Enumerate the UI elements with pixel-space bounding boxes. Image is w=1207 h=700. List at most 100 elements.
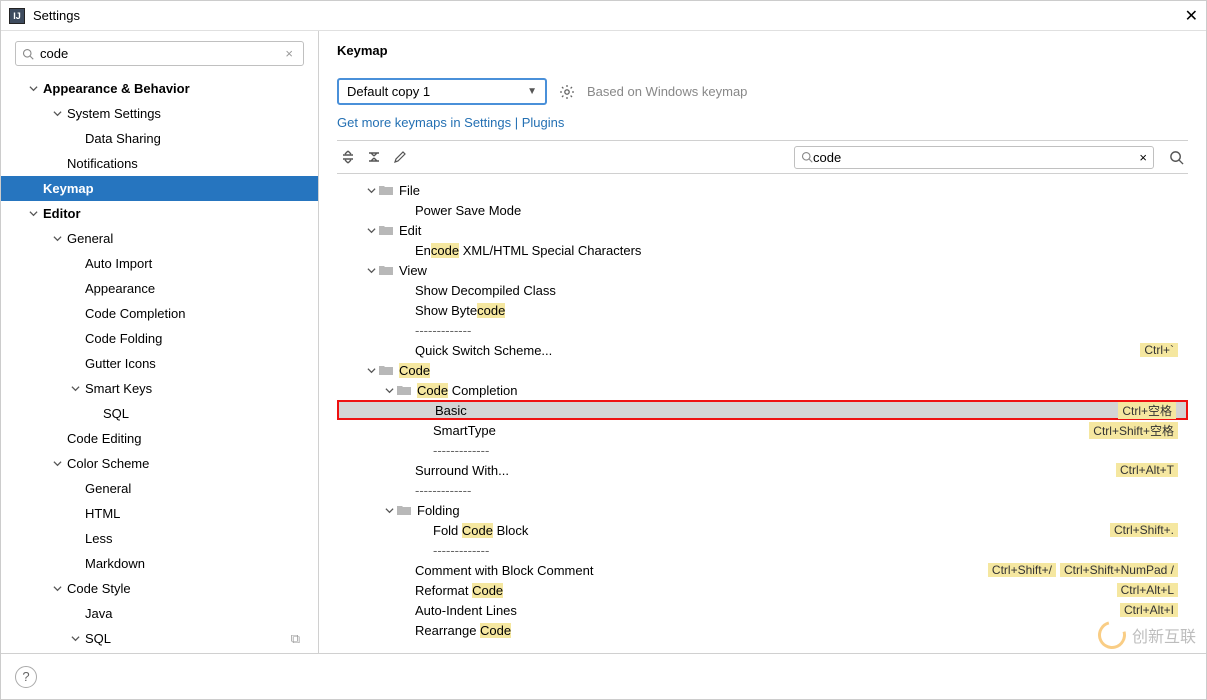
sidebar-item-html[interactable]: HTML: [1, 501, 318, 526]
sidebar-item-data-sharing[interactable]: Data Sharing: [1, 126, 318, 151]
modified-icon: ⧉: [291, 631, 300, 647]
chevron-icon: [53, 109, 67, 118]
sidebar-item-code-style[interactable]: Code Style: [1, 576, 318, 601]
folder-icon: [379, 225, 393, 236]
actions-separator: -------------: [337, 440, 1188, 460]
action-item[interactable]: Quick Switch Scheme... Ctrl+`: [337, 340, 1188, 360]
sidebar-item-code-completion[interactable]: Code Completion: [1, 301, 318, 326]
edit-icon[interactable]: [389, 146, 411, 168]
action-item[interactable]: Show Decompiled Class: [337, 280, 1188, 300]
action-item[interactable]: Show Bytecode: [337, 300, 1188, 320]
sidebar-item-sql[interactable]: SQL: [1, 401, 318, 426]
clear-icon[interactable]: ×: [281, 46, 297, 61]
gear-icon[interactable]: [559, 84, 575, 100]
sidebar-item-java[interactable]: Java: [1, 601, 318, 626]
chevron-icon: [71, 634, 85, 643]
action-item[interactable]: Reformat Code Ctrl+Alt+L: [337, 580, 1188, 600]
folder-icon: [397, 385, 411, 396]
sidebar-item-system-settings[interactable]: System Settings: [1, 101, 318, 126]
action-label: Rearrange Code: [415, 623, 1178, 638]
actions-search[interactable]: ×: [794, 146, 1154, 169]
sidebar-item-label: SQL: [103, 406, 129, 421]
action-folder-code[interactable]: Code: [337, 360, 1188, 380]
keymap-profile-select[interactable]: Default copy 1 ▼: [337, 78, 547, 105]
shortcut-badge: Ctrl+`: [1140, 343, 1178, 357]
shortcut-badge: Ctrl+Shift+空格: [1089, 422, 1178, 439]
sidebar-item-label: Java: [85, 606, 112, 621]
action-label: Show Bytecode: [415, 303, 1178, 318]
action-folder-folding[interactable]: Folding: [337, 500, 1188, 520]
chevron-down-icon: [385, 386, 397, 395]
chevron-icon: [53, 234, 67, 243]
action-folder-code[interactable]: Code Completion: [337, 380, 1188, 400]
action-item[interactable]: Comment with Block CommentCtrl+Shift+/Ct…: [337, 560, 1188, 580]
sidebar-item-auto-import[interactable]: Auto Import: [1, 251, 318, 276]
sidebar-item-markdown[interactable]: Markdown: [1, 551, 318, 576]
actions-toolbar: ×: [337, 140, 1188, 174]
action-item[interactable]: Surround With...Ctrl+Alt+T: [337, 460, 1188, 480]
folder-label: File: [399, 183, 1178, 198]
sidebar-item-label: Color Scheme: [67, 456, 149, 471]
folder-label: Folding: [417, 503, 1178, 518]
sidebar-item-editor[interactable]: Editor: [1, 201, 318, 226]
sidebar-item-label: General: [85, 481, 131, 496]
sidebar-item-code-folding[interactable]: Code Folding: [1, 326, 318, 351]
action-item[interactable]: Fold Code BlockCtrl+Shift+.: [337, 520, 1188, 540]
footer: ?: [1, 653, 1206, 699]
chevron-icon: [29, 84, 43, 93]
keymap-links: Get more keymaps in Settings | Plugins: [337, 115, 1188, 130]
chevron-down-icon: [367, 226, 379, 235]
sidebar-item-notifications[interactable]: Notifications: [1, 151, 318, 176]
sidebar-search[interactable]: ×: [15, 41, 304, 66]
action-item[interactable]: SmartTypeCtrl+Shift+空格: [337, 420, 1188, 440]
sidebar-item-sql[interactable]: SQL⧉: [1, 626, 318, 651]
help-button[interactable]: ?: [15, 666, 37, 688]
search-icon: [22, 48, 34, 60]
sidebar-item-label: Appearance: [85, 281, 155, 296]
folder-icon: [379, 185, 393, 196]
collapse-all-icon[interactable]: [363, 146, 385, 168]
action-folder-view[interactable]: View: [337, 260, 1188, 280]
clear-icon[interactable]: ×: [1139, 150, 1147, 165]
main-panel: Keymap Default copy 1 ▼ Based on Windows…: [319, 31, 1206, 653]
settings-tree[interactable]: Appearance & BehaviorSystem SettingsData…: [1, 76, 318, 653]
folder-label: View: [399, 263, 1178, 278]
action-label: Quick Switch Scheme...: [415, 343, 1136, 358]
action-label: Show Decompiled Class: [415, 283, 1178, 298]
folder-icon: [397, 505, 411, 516]
sidebar-item-general[interactable]: General: [1, 476, 318, 501]
action-label: Reformat Code: [415, 583, 1113, 598]
action-item[interactable]: Encode XML/HTML Special Characters: [337, 240, 1188, 260]
actions-search-input[interactable]: [813, 150, 1139, 165]
sidebar-item-label: Code Folding: [85, 331, 162, 346]
find-shortcut-icon[interactable]: [1164, 145, 1188, 169]
link-plugins[interactable]: Plugins: [522, 115, 565, 130]
sidebar-item-code-editing[interactable]: Code Editing: [1, 426, 318, 451]
folder-icon: [379, 265, 393, 276]
sidebar-item-smart-keys[interactable]: Smart Keys: [1, 376, 318, 401]
action-folder-file[interactable]: File: [337, 180, 1188, 200]
sidebar-item-label: Code Editing: [67, 431, 141, 446]
close-icon[interactable]: ✕: [1185, 6, 1198, 26]
action-item[interactable]: BasicCtrl+空格: [337, 400, 1188, 420]
sidebar-item-label: Editor: [43, 206, 81, 221]
action-item[interactable]: Auto-Indent LinesCtrl+Alt+I: [337, 600, 1188, 620]
shortcut-badge: Ctrl+Alt+T: [1116, 463, 1178, 477]
sidebar-item-general[interactable]: General: [1, 226, 318, 251]
sidebar-item-appearance-behavior[interactable]: Appearance & Behavior: [1, 76, 318, 101]
sidebar-item-keymap[interactable]: Keymap: [1, 176, 318, 201]
sidebar-item-color-scheme[interactable]: Color Scheme: [1, 451, 318, 476]
action-item[interactable]: Rearrange Code: [337, 620, 1188, 640]
sidebar-item-less[interactable]: Less: [1, 526, 318, 551]
chevron-down-icon: [367, 186, 379, 195]
actions-tree[interactable]: File Power Save ModeEditEncode XML/HTML S…: [337, 174, 1188, 653]
sidebar-item-gutter-icons[interactable]: Gutter Icons: [1, 351, 318, 376]
sidebar-item-label: Auto Import: [85, 256, 152, 271]
shortcut-badge: Ctrl+Alt+L: [1117, 583, 1178, 597]
expand-all-icon[interactable]: [337, 146, 359, 168]
action-folder-edit[interactable]: Edit: [337, 220, 1188, 240]
action-item[interactable]: Power Save Mode: [337, 200, 1188, 220]
link-settings[interactable]: Get more keymaps in Settings: [337, 115, 511, 130]
sidebar-item-appearance[interactable]: Appearance: [1, 276, 318, 301]
sidebar-search-input[interactable]: [40, 46, 281, 61]
